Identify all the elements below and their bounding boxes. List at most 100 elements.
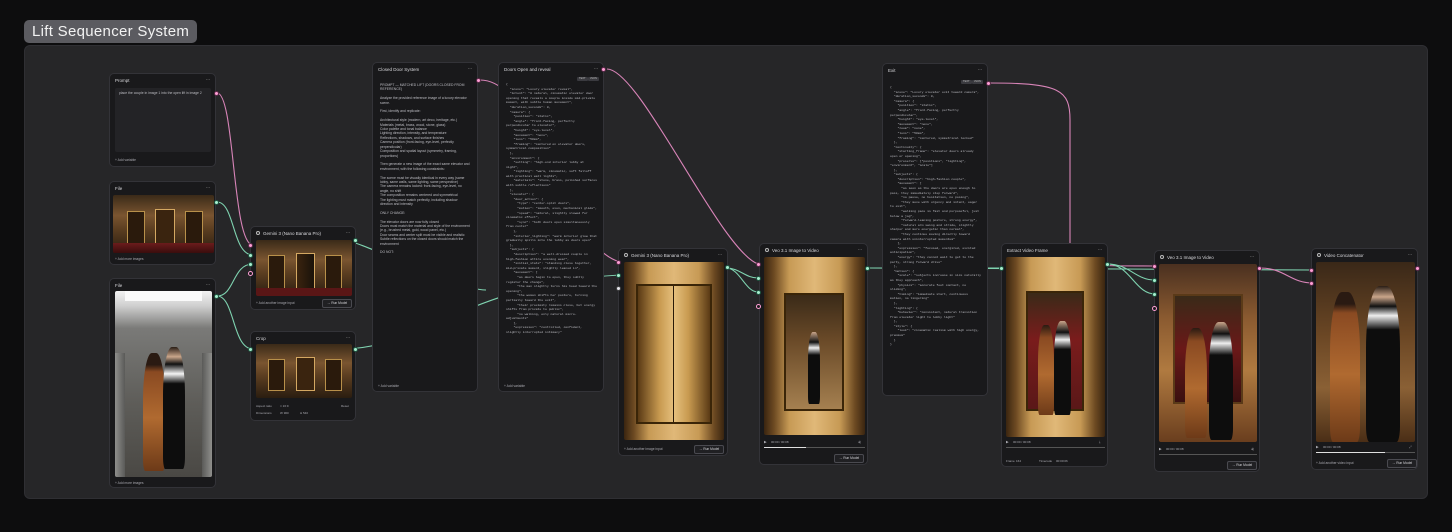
run-model-button[interactable]: → Run Model [322,299,353,308]
input-port[interactable] [1309,281,1314,286]
ellipsis-icon[interactable]: ··· [206,282,211,288]
play-icon[interactable]: ▶ [764,440,767,444]
output-port[interactable] [214,200,219,205]
input-port[interactable] [1152,306,1157,311]
file-node-couple[interactable]: File ··· + Add more images [109,278,216,488]
input-port[interactable] [1152,292,1157,297]
file-node-lobby[interactable]: File ··· + Add more images [109,181,216,265]
input-port[interactable] [756,276,761,281]
ellipsis-icon[interactable]: ··· [468,66,473,72]
ellipsis-icon[interactable]: ··· [1098,247,1103,253]
json-text[interactable]: { "scene": "Luxury elevator reveal", "in… [506,82,597,377]
video-scrubber[interactable] [1159,454,1257,455]
run-model-button[interactable]: → Run Model [1387,459,1417,468]
doors-open-prompt-node[interactable]: Doors Open and reveal ··· TEXT JSON { "sc… [498,62,604,392]
output-port[interactable] [1257,266,1262,271]
output-port[interactable] [214,294,219,299]
add-images-link[interactable]: + Add more images [115,257,144,261]
output-port[interactable] [353,347,358,352]
add-video-input-link[interactable]: + Add another video input [1316,461,1354,465]
input-port[interactable] [756,262,761,267]
reset-link[interactable]: Reset [341,404,349,408]
width-field[interactable]: W 960 [280,411,289,415]
ellipsis-icon[interactable]: ··· [978,67,983,73]
input-port[interactable] [248,243,253,248]
prompt-node[interactable]: Prompt ··· place the couple in image 1 in… [109,73,216,167]
play-icon[interactable]: ▶ [1159,447,1162,451]
extract-frame-node[interactable]: Extract Video Frame ··· ▶ 00:00 / 00:08 ⤓… [1001,243,1108,467]
add-variable-link[interactable]: + Add variable [504,384,525,388]
output-port[interactable] [986,81,991,86]
veo-node-a[interactable]: Veo 3.1 Image to Video ··· ▶ 00:00 / 00:0… [759,243,868,465]
add-images-link[interactable]: + Add more images [115,481,144,485]
video-concatenator-node[interactable]: Video Concatenator ··· ▶ 00:00 / 00:08 ⤢ … [1311,248,1418,470]
input-port[interactable] [616,273,621,278]
fullscreen-icon[interactable]: ⤢ [1409,445,1412,449]
video-time: 00:00 / 00:08 [1013,440,1031,444]
exit-prompt-node[interactable]: Exit ··· TEXT JSON { "scene": "Luxury ele… [882,63,988,396]
closed-door-prompt-node[interactable]: Closed Door System ··· PROMPT — MATCHED L… [372,62,478,392]
prompt-text[interactable]: PROMPT — MATCHED LIFT (DOORS CLOSED FROM… [380,83,471,375]
text-mode-tab[interactable]: TEXT [961,80,972,84]
ellipsis-icon[interactable]: ··· [718,252,723,258]
video-scrubber[interactable] [764,447,865,448]
json-mode-tab[interactable]: JSON [972,80,983,84]
veo-node-b[interactable]: Veo 3.1 Image to Video ··· ▶ 00:00 / 00:0… [1154,250,1260,472]
prompt-text[interactable]: place the couple in image 1 into the ope… [119,91,205,95]
frame-field[interactable]: 164 [1016,459,1021,463]
input-port[interactable] [616,286,621,291]
run-model-button[interactable]: → Run Model [1227,461,1258,470]
input-port[interactable] [756,290,761,295]
add-variable-link[interactable]: + Add variable [378,384,399,388]
json-mode-tab[interactable]: JSON [588,77,599,81]
ellipsis-icon[interactable]: ··· [1408,252,1413,258]
wire [216,263,254,297]
input-port[interactable] [756,304,761,309]
output-port[interactable] [725,265,730,270]
ellipsis-icon[interactable]: ··· [1250,254,1255,260]
timecode-field[interactable]: 00:00:06 [1056,459,1068,463]
input-port[interactable] [248,271,253,276]
gemini-node-b[interactable]: Gemini 3 (Nano Banana Pro) ··· + Add anot… [618,248,728,456]
gemini-node-a[interactable]: Gemini 3 (Nano Banana Pro) ··· + Add anot… [250,226,356,310]
crop-node[interactable]: Crop ··· Aspect ratio □ 16:9 Reset Dimens… [250,331,356,421]
ellipsis-icon[interactable]: ··· [858,247,863,253]
input-port[interactable] [1152,264,1157,269]
output-port[interactable] [1105,262,1110,267]
run-model-button[interactable]: → Run Model [834,454,865,463]
input-port[interactable] [248,262,253,267]
output-port[interactable] [353,238,358,243]
ellipsis-icon[interactable]: ··· [594,66,599,72]
video-scrubber[interactable] [1006,447,1105,448]
input-port[interactable] [1152,278,1157,283]
input-port[interactable] [1309,268,1314,273]
output-port[interactable] [865,266,870,271]
text-mode-tab[interactable]: TEXT [577,77,588,81]
ellipsis-icon[interactable]: ··· [206,77,211,83]
aspect-ratio-select[interactable]: □ 16:9 [280,404,288,408]
run-model-button[interactable]: → Run Model [694,445,725,454]
output-port[interactable] [1415,266,1420,271]
json-text[interactable]: { "scene": "Luxury elevator exit toward … [890,85,981,387]
add-variable-link[interactable]: + Add variable [115,158,136,162]
input-port[interactable] [999,266,1004,271]
height-field[interactable]: H 540 [300,411,308,415]
volume-icon[interactable]: ◂) [858,440,861,444]
volume-icon[interactable]: ◂) [1251,447,1254,451]
input-port[interactable] [248,253,253,258]
ellipsis-icon[interactable]: ··· [346,230,351,236]
download-icon[interactable]: ⤓ [1099,440,1100,444]
ellipsis-icon[interactable]: ··· [346,335,351,341]
output-port[interactable] [601,67,606,72]
video-scrubber[interactable] [1316,452,1415,453]
add-image-input-link[interactable]: + Add another image input [624,447,663,451]
output-port[interactable] [476,78,481,83]
output-port[interactable] [214,91,219,96]
play-icon[interactable]: ▶ [1006,440,1009,444]
ellipsis-icon[interactable]: ··· [206,185,211,191]
play-icon[interactable]: ▶ [1316,445,1319,449]
add-image-input-link[interactable]: + Add another image input [256,301,295,305]
prompt-input[interactable]: place the couple in image 1 into the ope… [115,88,211,152]
input-port[interactable] [248,347,253,352]
input-port[interactable] [616,260,621,265]
